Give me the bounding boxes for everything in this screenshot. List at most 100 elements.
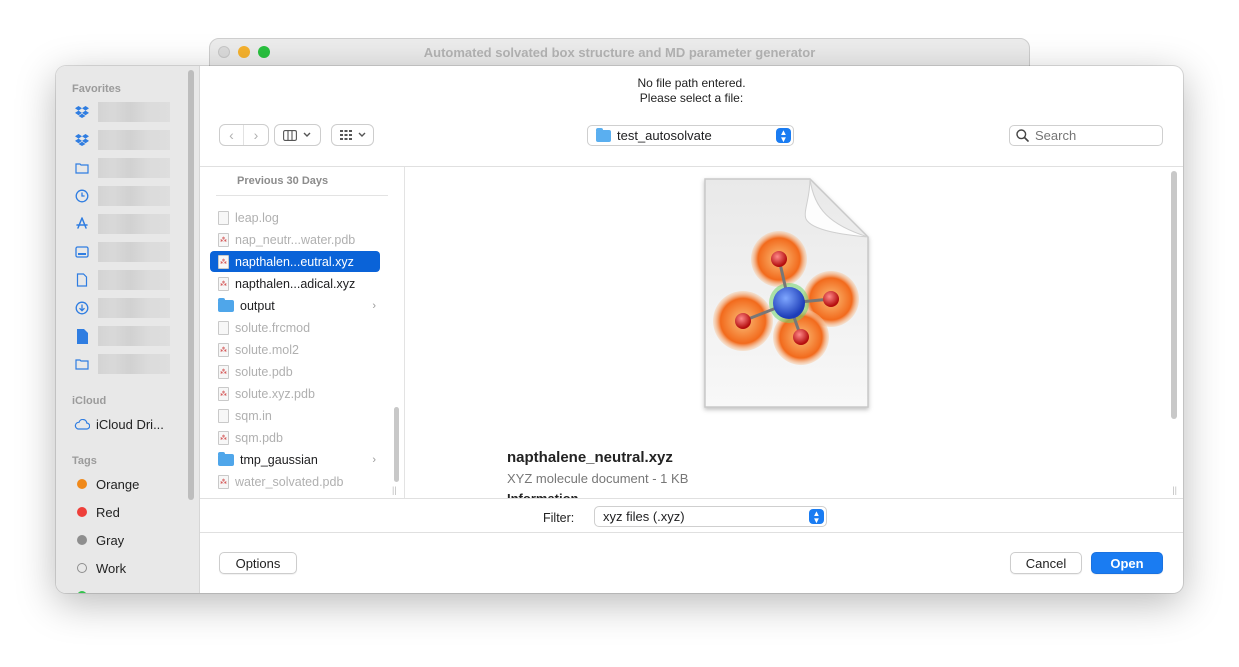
- folder-row[interactable]: tmp_gaussian ›: [210, 449, 380, 470]
- redacted-label: [98, 270, 170, 290]
- filter-label: Filter:: [543, 511, 575, 525]
- search-icon: [1016, 129, 1029, 142]
- work-tag-dot: [77, 563, 87, 573]
- sidebar-item-file[interactable]: [74, 325, 90, 347]
- orange-tag-dot: [77, 479, 87, 489]
- forward-button[interactable]: ›: [244, 125, 268, 145]
- folder-icon: [596, 127, 611, 142]
- open-file-dialog: Favorites iCloud iCloud Dri... Tags Oran…: [56, 66, 1183, 593]
- popup-stepper-icon: ▲ ▼: [809, 509, 824, 524]
- folder-icon: [74, 356, 90, 372]
- column-resize-handle[interactable]: ||: [392, 485, 397, 495]
- preview-info-heading: Information: [507, 492, 579, 498]
- cancel-button[interactable]: Cancel: [1010, 552, 1082, 574]
- folder-icon: [218, 451, 234, 466]
- green-tag-dot: [77, 591, 87, 593]
- chevron-right-icon: ›: [372, 299, 376, 312]
- cloud-icon: [74, 416, 90, 432]
- window-title: Automated solvated box structure and MD …: [423, 45, 816, 60]
- sidebar-item-dropbox-2[interactable]: [74, 129, 90, 151]
- chevron-down-icon: [358, 132, 366, 137]
- location-popup[interactable]: test_autosolvate ▲ ▼: [587, 125, 794, 146]
- folder-row[interactable]: output ›: [210, 295, 380, 316]
- file-browser: Previous 30 Days leap.log ⁂ nap_neutr...wa…: [200, 166, 1183, 499]
- sidebar-tag-work[interactable]: Work: [74, 557, 126, 579]
- preview-pane: napthalene_neutral.xyz XYZ molecule docu…: [405, 167, 1183, 498]
- molecule-file-icon: ⁂: [218, 254, 229, 269]
- file-row[interactable]: ⁂ nap_neutr...water.pdb: [210, 229, 380, 250]
- tags-heading: Tags: [72, 455, 97, 467]
- location-label: test_autosolvate: [617, 128, 712, 143]
- document-icon: [218, 320, 229, 335]
- gray-tag-dot: [77, 535, 87, 545]
- file-row[interactable]: ⁂ water_solvated.pdb: [210, 471, 380, 492]
- sidebar-item-icloud-drive[interactable]: iCloud Dri...: [74, 413, 164, 435]
- tag-label: Orange: [96, 476, 140, 492]
- document-icon: [218, 408, 229, 423]
- sidebar-item-folder[interactable]: [74, 157, 90, 179]
- sidebar-tag-orange[interactable]: Orange: [74, 473, 139, 495]
- divider: [200, 532, 1183, 533]
- sidebar-item-desktop[interactable]: [74, 241, 90, 263]
- open-button[interactable]: Open: [1091, 552, 1163, 574]
- sidebar-item-folder-2[interactable]: [74, 353, 90, 375]
- redacted-label: [98, 186, 170, 206]
- file-row[interactable]: leap.log: [210, 207, 380, 228]
- column-resize-handle[interactable]: ||: [1172, 485, 1177, 495]
- redacted-label: [98, 354, 170, 374]
- search-input[interactable]: [1035, 128, 1155, 143]
- file-icon: [74, 328, 90, 344]
- folder-icon: [74, 160, 90, 176]
- sidebar-item-dropbox[interactable]: [74, 101, 90, 123]
- molecule-file-icon: ⁂: [218, 232, 229, 247]
- file-name: napthalen...eutral.xyz: [235, 254, 354, 269]
- sidebar-item-applications[interactable]: [74, 213, 90, 235]
- preview-file-name: napthalene_neutral.xyz: [507, 449, 673, 466]
- sidebar-tag-red[interactable]: Red: [74, 501, 120, 523]
- file-row[interactable]: ⁂ solute.pdb: [210, 361, 380, 382]
- group-view-button[interactable]: [331, 124, 374, 146]
- file-row[interactable]: solute.frcmod: [210, 317, 380, 338]
- file-name: water_solvated.pdb: [235, 474, 344, 489]
- redacted-label: [98, 326, 170, 346]
- xyz-molecule-document-icon: [704, 178, 869, 408]
- sidebar-tag-partial[interactable]: [74, 585, 90, 593]
- dropbox-icon: [74, 104, 90, 120]
- file-row[interactable]: ⁂ solute.xyz.pdb: [210, 383, 380, 404]
- filter-value: xyz files (.xyz): [603, 509, 685, 524]
- back-button[interactable]: ‹: [220, 125, 244, 145]
- sidebar-item-recents[interactable]: [74, 185, 90, 207]
- column-view-button[interactable]: [274, 124, 321, 146]
- file-row[interactable]: ⁂ napthalen...eutral.xyz: [210, 251, 380, 272]
- file-row[interactable]: ⁂ napthalen...adical.xyz: [210, 273, 380, 294]
- file-name: solute.xyz.pdb: [235, 386, 315, 401]
- sidebar-tag-gray[interactable]: Gray: [74, 529, 124, 551]
- divider: [216, 195, 388, 196]
- file-row[interactable]: ⁂ solute.mol2: [210, 339, 380, 360]
- sidebar-item-downloads[interactable]: [74, 297, 90, 319]
- redacted-label: [98, 242, 170, 262]
- search-field[interactable]: [1009, 125, 1163, 146]
- file-name: napthalen...adical.xyz: [235, 276, 356, 291]
- dropbox-icon: [74, 132, 90, 148]
- preview-scrollbar[interactable]: [1171, 171, 1177, 419]
- file-row[interactable]: ⁂ sqm.pdb: [210, 427, 380, 448]
- file-name: sqm.in: [235, 408, 272, 423]
- chevron-right-icon: ›: [372, 453, 376, 466]
- tag-label: Red: [96, 504, 120, 520]
- options-button[interactable]: Options: [219, 552, 297, 574]
- file-column-scrollbar[interactable]: [394, 407, 399, 482]
- favorites-heading: Favorites: [72, 83, 121, 95]
- clock-icon: [74, 188, 90, 204]
- sidebar-item-documents[interactable]: [74, 269, 90, 291]
- filter-popup[interactable]: xyz files (.xyz) ▲ ▼: [594, 506, 827, 527]
- icloud-drive-label: iCloud Dri...: [96, 416, 164, 432]
- file-name: leap.log: [235, 210, 279, 225]
- redacted-label: [98, 298, 170, 318]
- file-name: solute.mol2: [235, 342, 299, 357]
- redacted-label: [98, 214, 170, 234]
- file-row[interactable]: sqm.in: [210, 405, 380, 426]
- file-name: sqm.pdb: [235, 430, 283, 445]
- sidebar-scrollbar[interactable]: [188, 70, 194, 500]
- redacted-label: [98, 102, 170, 122]
